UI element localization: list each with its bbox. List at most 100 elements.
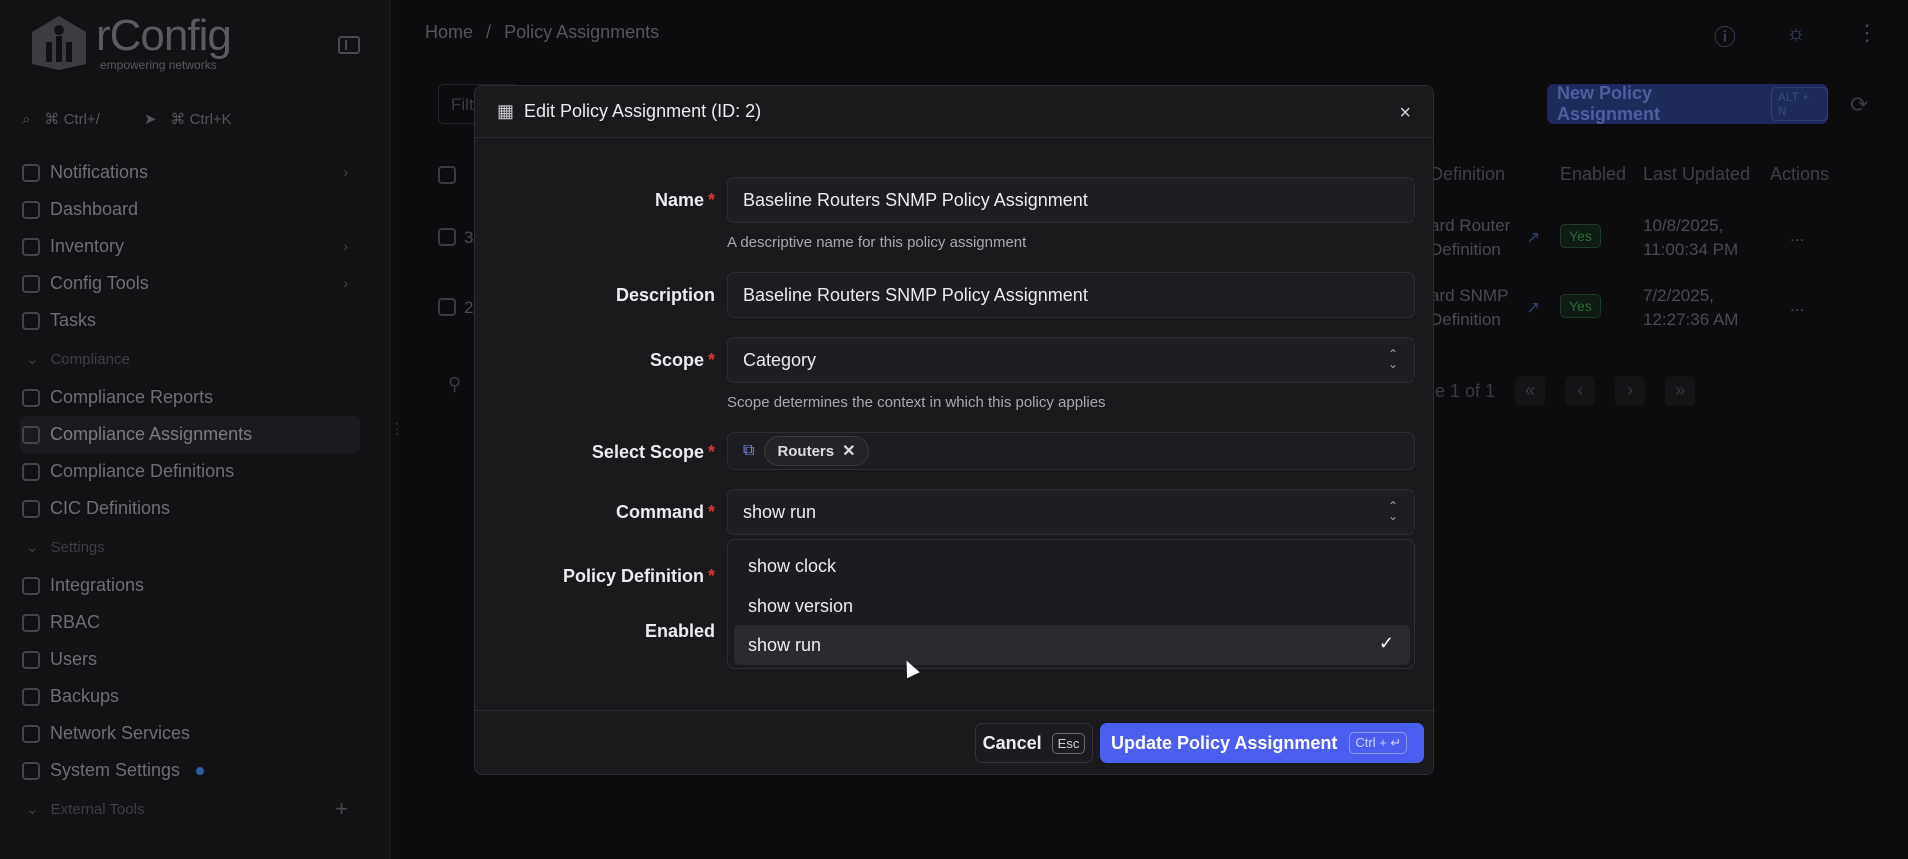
row-definition-line1[interactable]: ard Router [1430, 216, 1510, 236]
next-page-icon[interactable]: › [1615, 376, 1646, 406]
row-id: 3 [464, 228, 474, 247]
section-label: Settings [50, 538, 105, 556]
logo[interactable]: rConfig empowering networks [28, 14, 232, 72]
new-button-label: New Policy Assignment [1557, 83, 1661, 124]
first-page-icon[interactable]: « [1515, 376, 1546, 406]
server-icon [22, 237, 40, 256]
column-actions[interactable]: Actions [1770, 164, 1829, 185]
sidebar-item-label: Compliance Definitions [50, 461, 235, 481]
search-shortcut[interactable]: ⌘ Ctrl+/ [44, 110, 99, 128]
scope-tag-routers[interactable]: Routers ✕ [764, 436, 869, 466]
table-icon [22, 425, 40, 444]
section-external-tools[interactable]: ⌄ External Tools + [20, 789, 360, 829]
sidebar-item-config-tools[interactable]: Config Tools › [20, 265, 360, 302]
top-icons: ⓘ ☼ ⋮ [1714, 20, 1878, 52]
remove-tag-icon[interactable]: ✕ [842, 441, 855, 461]
bolt-icon [22, 163, 40, 182]
row-definition-line1[interactable]: ard SNMP [1430, 286, 1508, 306]
sidebar-item-label: Compliance Reports [50, 387, 214, 407]
column-enabled[interactable]: Enabled [1560, 164, 1626, 185]
column-last-updated[interactable]: Last Updated [1643, 164, 1750, 185]
breadcrumb-home[interactable]: Home [425, 22, 473, 42]
sidebar-item-compliance-assignments[interactable]: Compliance Assignments [20, 416, 360, 453]
sidebar-item-label: Integrations [50, 575, 145, 595]
external-link-icon[interactable]: ↗ [1526, 228, 1540, 248]
row-definition-line2[interactable]: Definition [1430, 240, 1501, 260]
sidebar-item-label: Compliance Assignments [50, 424, 253, 444]
sidebar-item-notifications[interactable]: Notifications › [20, 154, 360, 191]
send-icon[interactable]: ➤ [144, 110, 157, 128]
update-label: Update Policy Assignment [1111, 732, 1338, 753]
select-scope-input[interactable]: ⧉ Routers ✕ [727, 432, 1415, 470]
sidebar-item-label: System Settings [50, 760, 181, 780]
cancel-button[interactable]: Cancel Esc [975, 723, 1093, 763]
section-settings[interactable]: ⌄ Settings [20, 527, 360, 567]
scope-value: Category [743, 349, 817, 370]
add-icon[interactable]: + [335, 796, 348, 822]
row-checkbox[interactable] [438, 298, 456, 316]
theme-sun-icon[interactable]: ☼ [1786, 20, 1806, 52]
grid-icon [22, 200, 40, 219]
row-actions-button[interactable]: ... [1790, 226, 1804, 246]
last-page-icon[interactable]: » [1665, 376, 1696, 406]
refresh-icon[interactable]: ⟳ [1850, 92, 1868, 118]
row-definition-line2[interactable]: Definition [1430, 310, 1501, 330]
breadcrumb-separator: / [486, 22, 492, 42]
name-input[interactable]: Baseline Routers SNMP Policy Assignment [727, 177, 1415, 223]
row-updated-line1: 10/8/2025, [1643, 216, 1724, 235]
new-policy-assignment-button[interactable]: New Policy Assignment ALT + N [1547, 83, 1828, 124]
sidebar-item-dashboard[interactable]: Dashboard [20, 191, 360, 228]
help-icon[interactable]: ⓘ [1714, 20, 1736, 52]
pin-icon[interactable]: ⚲ [448, 374, 461, 395]
description-input[interactable]: Baseline Routers SNMP Policy Assignment [727, 272, 1415, 318]
column-definition[interactable]: Definition [1430, 164, 1505, 185]
edit-policy-assignment-dialog: ▦ Edit Policy Assignment (ID: 2) × Name *… [474, 85, 1435, 775]
section-label: External Tools [50, 800, 145, 818]
sidebar-item-system-settings[interactable]: System Settings [20, 752, 360, 789]
update-policy-assignment-button[interactable]: Update Policy Assignment Ctrl + ↵ [1100, 723, 1424, 763]
sidebar-item-compliance-reports[interactable]: Compliance Reports [20, 379, 360, 416]
sidebar-item-inventory[interactable]: Inventory › [20, 228, 360, 265]
sidebar-item-label: CIC Definitions [50, 498, 171, 518]
sidebar-nav: Notifications › Dashboard Inventory › Co… [20, 154, 360, 829]
sidebar-item-tasks[interactable]: Tasks [20, 302, 360, 339]
sidebar-item-users[interactable]: Users [20, 641, 360, 678]
document-icon [22, 499, 40, 518]
prev-page-icon[interactable]: ‹ [1565, 376, 1596, 406]
sidebar-toggle-icon[interactable] [338, 36, 360, 54]
command-option-show-run[interactable]: show run ✓ [734, 625, 1410, 665]
sidebar-item-rbac[interactable]: RBAC [20, 604, 360, 641]
description-label: Description [615, 285, 715, 305]
name-help: A descriptive name for this policy assig… [727, 234, 1027, 251]
sidebar-item-backups[interactable]: Backups [20, 678, 360, 715]
sidebar-item-compliance-definitions[interactable]: Compliance Definitions [20, 453, 360, 490]
logo-tagline: empowering networks [100, 58, 217, 72]
command-option-show-clock[interactable]: show clock [734, 546, 1410, 586]
tag-label: Routers [777, 442, 835, 460]
close-icon[interactable]: × [1399, 102, 1411, 125]
scope-help: Scope determines the context in which th… [727, 394, 1106, 411]
search-icon[interactable]: ⌕ [22, 111, 30, 128]
chevron-down-icon: ⌄ [26, 801, 39, 818]
sidebar-item-label: Network Services [50, 723, 191, 743]
command-shortcut[interactable]: ⌘ Ctrl+K [170, 110, 231, 128]
section-compliance[interactable]: ⌄ Compliance [20, 339, 360, 379]
sidebar-item-integrations[interactable]: Integrations [20, 567, 360, 604]
select-all-checkbox[interactable] [438, 166, 456, 184]
row-checkbox[interactable] [438, 228, 456, 246]
external-link-icon[interactable]: ↗ [1526, 298, 1540, 318]
chevron-right-icon: › [343, 275, 348, 291]
command-select[interactable]: show run ⌃ ⌄ [727, 489, 1415, 535]
policy-definition-label: Policy Definition * [562, 566, 715, 586]
row-actions-button[interactable]: ... [1790, 296, 1804, 316]
new-button-shortcut: ALT + N [1770, 87, 1828, 121]
sidebar-item-cic-definitions[interactable]: CIC Definitions [20, 490, 360, 527]
option-label: show run [748, 634, 822, 655]
settings-icon [22, 761, 40, 780]
more-vertical-icon[interactable]: ⋮ [1856, 20, 1878, 52]
sidebar-item-network-services[interactable]: Network Services [20, 715, 360, 752]
command-option-show-version[interactable]: show version [734, 586, 1410, 626]
section-label: Compliance [50, 350, 130, 368]
app-root: rConfig empowering networks ⌕ ⌘ Ctrl+/ ➤… [0, 0, 1908, 859]
scope-select[interactable]: Category ⌃ ⌄ [727, 337, 1415, 383]
